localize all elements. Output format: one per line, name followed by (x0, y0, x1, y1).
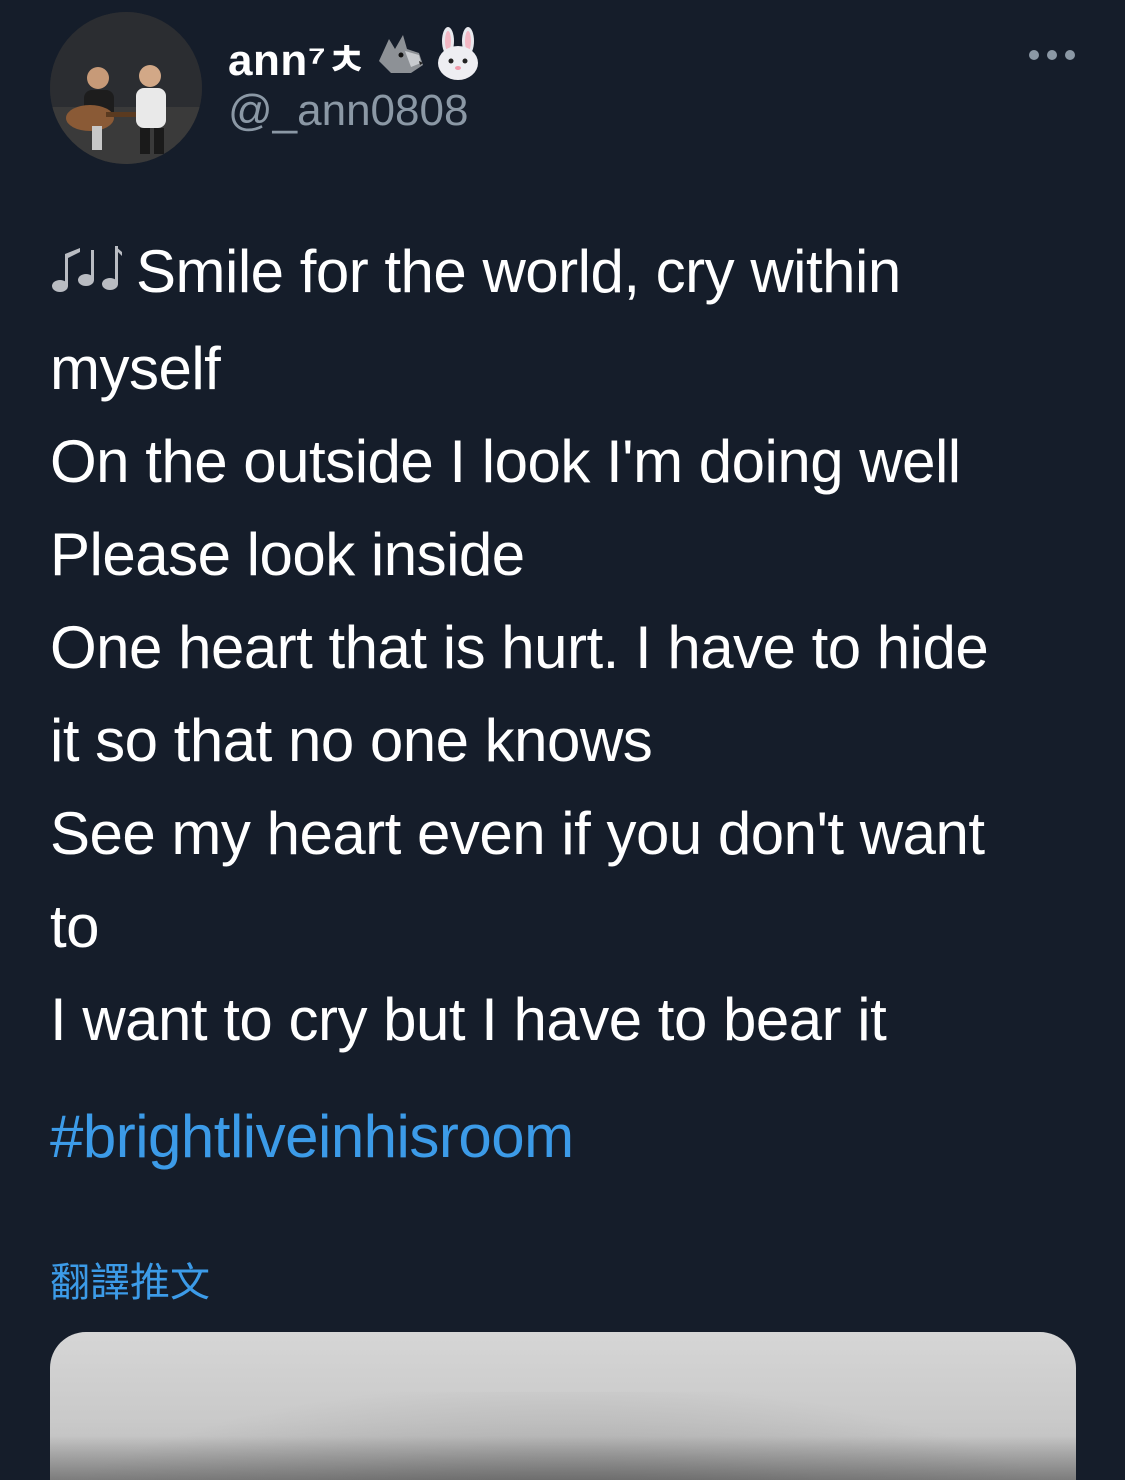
more-dot (1029, 50, 1039, 60)
more-options-button[interactable] (1029, 44, 1075, 66)
tweet-line: Please look inside (50, 521, 525, 588)
display-name-row[interactable]: ann⁷ㅊ (228, 26, 483, 86)
avatar-photo (50, 12, 202, 164)
more-dot (1047, 50, 1057, 60)
wolf-icon (375, 31, 425, 82)
tweet-media[interactable] (50, 1332, 1076, 1480)
more-dot (1065, 50, 1075, 60)
tweet-header: ann⁷ㅊ @_ann0808 (0, 0, 1125, 170)
tweet-line: it so that no one knows (50, 707, 653, 774)
translate-tweet-link[interactable]: 翻譯推文 (50, 1250, 210, 1308)
rabbit-icon (433, 26, 483, 86)
hashtag-link[interactable]: #brightliveinhisroom (50, 1090, 574, 1183)
display-name[interactable]: ann⁷ㅊ (228, 24, 367, 88)
tweet-line: I want to cry but I have to bear it (50, 986, 887, 1053)
user-handle[interactable]: @_ann0808 (228, 86, 468, 136)
tweet-line: Smile for the world, cry within (50, 225, 1090, 322)
musical-notes-icon (50, 229, 124, 322)
tweet-line: On the outside I look I'm doing well (50, 428, 961, 495)
tweet-line: to (50, 893, 100, 960)
tweet-line: See my heart even if you don't want (50, 800, 985, 867)
tweet-line: myself (50, 335, 221, 402)
avatar[interactable] (50, 12, 202, 164)
media-shading (50, 1436, 1076, 1480)
tweet-line-text: Smile for the world, cry within (136, 238, 901, 305)
tweet-text: Smile for the world, cry within myself O… (50, 225, 1090, 1066)
tweet-line: One heart that is hurt. I have to hide (50, 614, 989, 681)
